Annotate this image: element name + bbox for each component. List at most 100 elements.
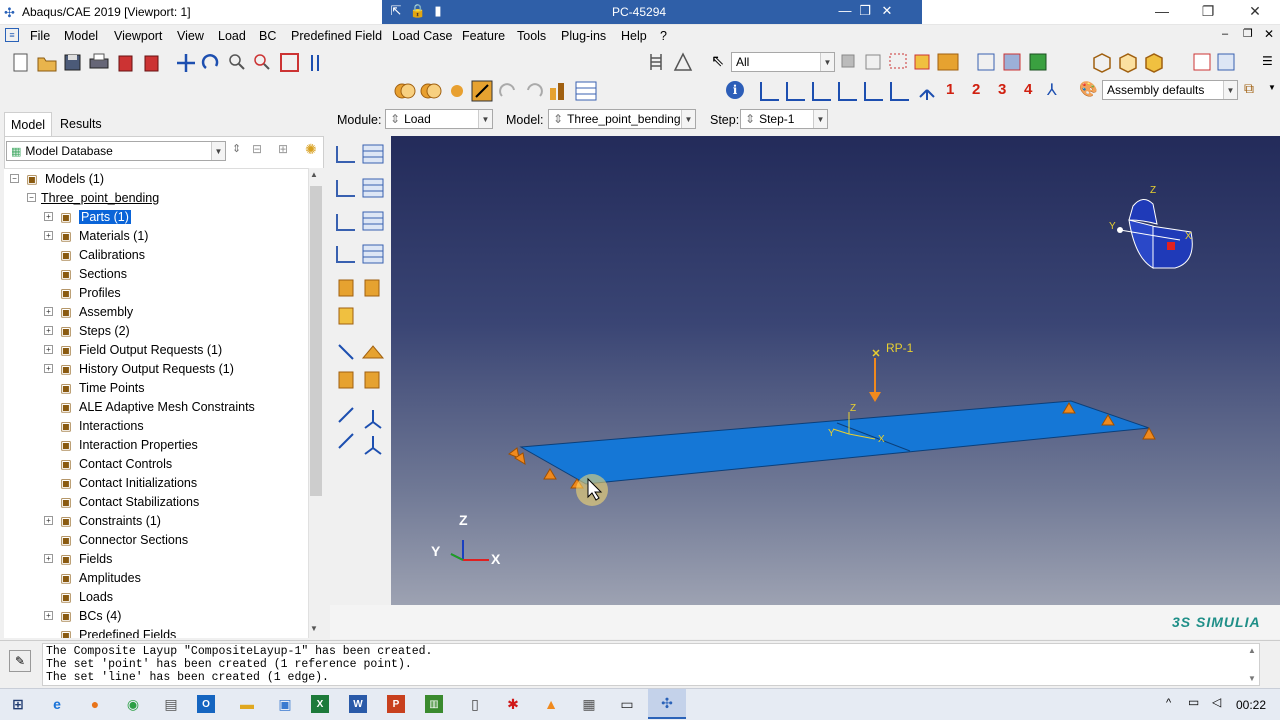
menu-bc[interactable]: BC xyxy=(259,29,276,43)
expand-icon[interactable]: + xyxy=(44,212,53,221)
tree-item[interactable]: + ▣ History Output Requests (1) xyxy=(44,359,234,378)
ruler-icon[interactable] xyxy=(650,54,662,70)
database-combo[interactable]: ▦ Model Database ▼ xyxy=(6,141,226,161)
acrobat-icon[interactable]: ✱ xyxy=(501,692,525,716)
minimize-button[interactable]: — xyxy=(1147,3,1177,19)
pan-icon[interactable] xyxy=(177,54,195,72)
edit-field-icon[interactable] xyxy=(338,307,354,325)
select-inside-icon[interactable] xyxy=(914,54,930,70)
maximize-button[interactable]: ❐ xyxy=(1193,3,1223,20)
project-icon[interactable]: ▥ xyxy=(425,695,443,713)
store-icon[interactable]: ▤ xyxy=(159,692,183,716)
auto-fit-icon[interactable] xyxy=(280,53,299,72)
whats-this-icon[interactable]: ? xyxy=(660,29,667,43)
scroll-down-icon[interactable]: ▼ xyxy=(310,624,318,633)
hidden-line-icon[interactable] xyxy=(1003,53,1021,71)
reference-point-marker[interactable] xyxy=(872,349,880,357)
collapse-icon[interactable]: − xyxy=(27,193,36,202)
view-xz-icon[interactable] xyxy=(838,82,857,101)
select-cursor-icon[interactable]: ⇖ xyxy=(711,51,724,71)
create-load-case-icon[interactable] xyxy=(336,246,355,263)
start-icon[interactable]: ⊞ xyxy=(6,692,30,716)
tree-item[interactable]: + ▣ Assembly xyxy=(44,302,133,321)
render-translucent-icon[interactable] xyxy=(420,83,442,99)
create-amplitude-icon[interactable] xyxy=(361,345,385,359)
amplitude-manager-icon[interactable] xyxy=(338,371,354,389)
box-select-icon[interactable] xyxy=(889,53,907,69)
view-3-button[interactable]: 3 xyxy=(998,81,1006,98)
view-iso-icon[interactable] xyxy=(890,82,909,101)
rdp-close-button[interactable]: ✕ xyxy=(877,3,897,19)
view-triad-icon[interactable] xyxy=(919,89,935,100)
print-icon[interactable] xyxy=(89,53,109,69)
shaded-icon[interactable] xyxy=(1029,53,1047,71)
view-z-icon[interactable] xyxy=(812,82,831,101)
volume-icon[interactable]: ◁ xyxy=(1212,695,1221,709)
expand-icon[interactable]: + xyxy=(44,231,53,240)
box-zoom-icon[interactable] xyxy=(254,54,270,70)
expand-icon[interactable]: + xyxy=(44,516,53,525)
menu-file[interactable]: File xyxy=(30,29,50,43)
close-button[interactable]: ✕ xyxy=(1240,3,1270,20)
display-options-icon[interactable]: ⧉ xyxy=(1244,80,1254,97)
display-options-arrow-icon[interactable]: ▼ xyxy=(1268,83,1276,92)
tree-expand-icon[interactable]: ⊞ xyxy=(278,142,288,156)
predefined-field-manager-icon[interactable] xyxy=(362,211,384,231)
tree-item[interactable]: ▣ Profiles xyxy=(44,283,120,302)
view-yz-icon[interactable] xyxy=(864,82,883,101)
menu-predefined-field[interactable]: Predefined Field xyxy=(291,29,382,43)
render-sphere-icon[interactable] xyxy=(451,85,463,97)
scroll-up-icon[interactable]: ▲ xyxy=(310,170,318,179)
tree-filter-icon[interactable]: ⊟ xyxy=(252,142,262,156)
mdi-restore-button[interactable]: ❐ xyxy=(1243,27,1253,40)
tree-item[interactable]: ▣ Contact Initializations xyxy=(44,473,197,492)
lock-icon[interactable]: 🔒 xyxy=(408,3,428,19)
tab-model[interactable]: Model xyxy=(4,112,53,136)
bc-manager-icon[interactable] xyxy=(362,178,384,198)
composite-plate[interactable] xyxy=(519,400,1150,485)
create-predefined-field-icon[interactable] xyxy=(336,214,355,231)
file-icon[interactable]: ▯ xyxy=(463,692,487,716)
expand-icon[interactable]: + xyxy=(44,611,53,620)
system-menu-icon[interactable]: ≡ xyxy=(5,28,19,42)
collapse-icon[interactable]: − xyxy=(10,174,19,183)
create-field-icon[interactable] xyxy=(338,279,354,297)
expand-icon[interactable]: + xyxy=(44,345,53,354)
tree-item[interactable]: − ▣ Models (1) xyxy=(10,169,104,188)
tree-item[interactable]: ▣ ALE Adaptive Mesh Constraints xyxy=(44,397,254,416)
wireframe-icon[interactable] xyxy=(977,53,995,71)
tree-item[interactable]: + ▣ Field Output Requests (1) xyxy=(44,340,222,359)
mdi-minimize-button[interactable]: – xyxy=(1222,28,1228,40)
mdi-close-button[interactable]: ✕ xyxy=(1264,27,1274,41)
export-icon[interactable] xyxy=(118,55,133,72)
outlook-icon[interactable]: O xyxy=(197,695,215,713)
query-point-icon[interactable] xyxy=(338,344,354,360)
rdp-minimize-button[interactable]: — xyxy=(835,3,855,18)
pick-icon[interactable] xyxy=(471,80,493,102)
viewport-layout-icon[interactable] xyxy=(1193,53,1211,71)
expand-icon[interactable]: + xyxy=(44,326,53,335)
load-case-manager-icon[interactable] xyxy=(362,244,384,264)
measure-icon[interactable] xyxy=(673,52,693,71)
redo-icon[interactable] xyxy=(527,83,543,97)
word-icon[interactable]: W xyxy=(349,695,367,713)
view-4-button[interactable]: 4 xyxy=(1024,81,1032,98)
toolbar-overflow-icon[interactable]: ☰ xyxy=(1262,54,1273,68)
tree-item[interactable]: + ▣ Parts (1) xyxy=(44,207,131,226)
tray-chevron-icon[interactable]: ^ xyxy=(1166,697,1171,709)
datum-axis-icon[interactable] xyxy=(364,436,382,455)
tab-results[interactable]: Results xyxy=(54,112,108,136)
message-area-icon[interactable]: ✎ xyxy=(9,650,31,672)
menu-view[interactable]: View xyxy=(177,29,204,43)
chrome-icon[interactable]: ◉ xyxy=(121,692,145,716)
datum-csys-icon[interactable] xyxy=(338,407,354,423)
tree-item[interactable]: ▣ Sections xyxy=(44,264,127,283)
iso-view-icon[interactable] xyxy=(1093,53,1111,73)
tree-scroll-thumb[interactable] xyxy=(310,186,322,496)
excel-icon[interactable]: X xyxy=(311,695,329,713)
render-shaded-icon[interactable] xyxy=(394,83,416,99)
message-scroll-up-icon[interactable]: ▲ xyxy=(1248,646,1256,655)
firefox-icon[interactable]: ● xyxy=(83,692,107,716)
view-y-icon[interactable] xyxy=(786,82,805,101)
tree-item[interactable]: ▣ Connector Sections xyxy=(44,530,188,549)
